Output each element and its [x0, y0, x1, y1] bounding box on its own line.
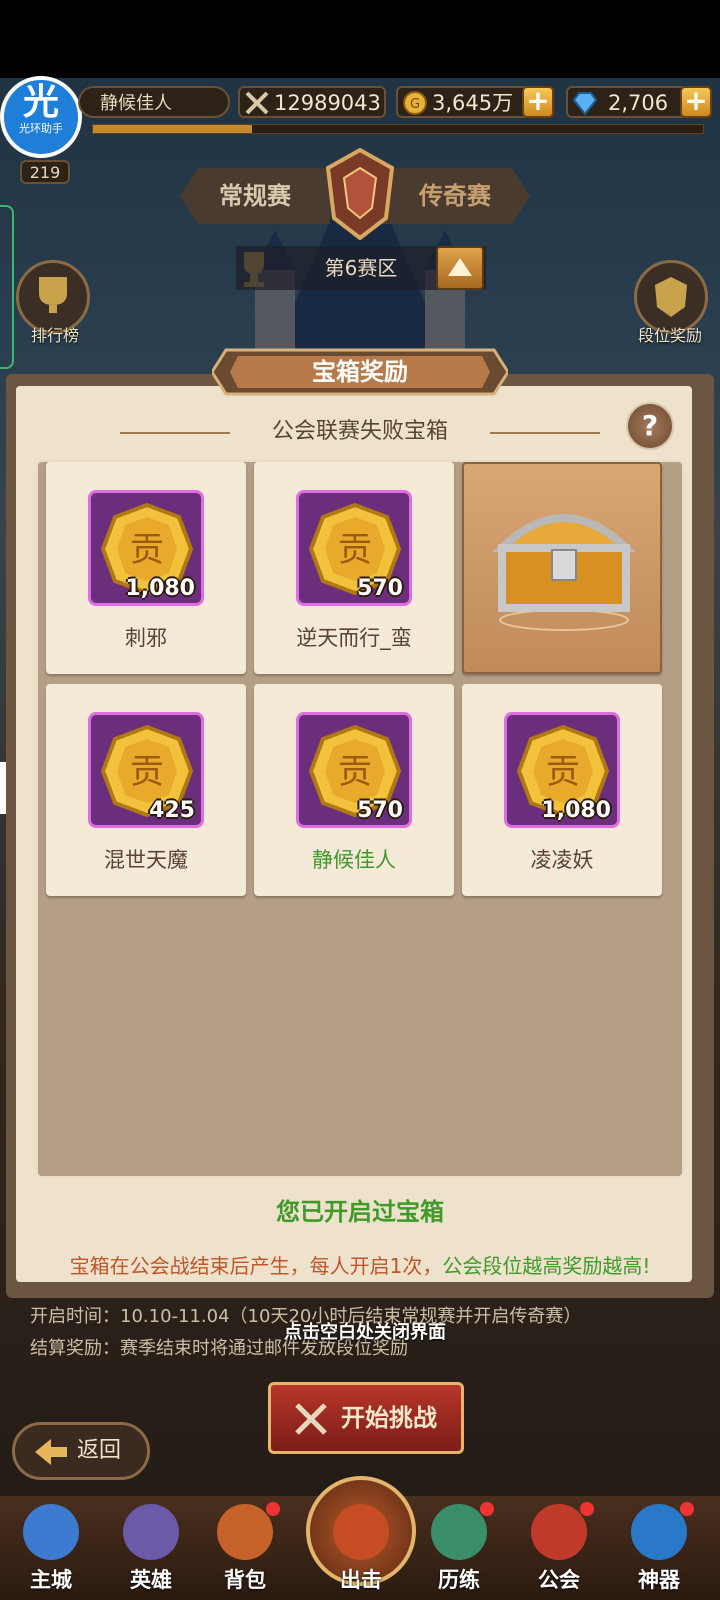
reward-cell: 贡 425 混世天魔	[46, 684, 246, 896]
diamond-icon	[572, 92, 598, 116]
tab-regular[interactable]: 常规赛	[180, 168, 330, 224]
nav-label: 历练	[438, 1568, 480, 1592]
trophy-icon	[39, 277, 67, 313]
recipient-name: 凌凌妖	[530, 848, 594, 872]
reward-cell-unopened-chest[interactable]	[462, 462, 662, 674]
dialog-subtitle: 公会联赛失败宝箱	[271, 419, 448, 444]
reward-cell: 贡 1,080 刺邪	[46, 462, 246, 674]
nav-label: 主城	[30, 1568, 72, 1592]
crossed-swords-icon	[295, 1403, 327, 1435]
notification-dot	[480, 1502, 494, 1516]
start-challenge-label: 开始挑战	[341, 1404, 437, 1432]
nav-item-1[interactable]: 英雄	[106, 1500, 196, 1600]
dialog-title: 宝箱奖励	[312, 358, 408, 386]
shield-wings-icon	[655, 277, 687, 317]
svg-text:G: G	[410, 97, 420, 112]
recipient-name: 混世天魔	[104, 848, 188, 872]
reward-amount: 425	[149, 798, 195, 823]
recipient-name: 静候佳人	[312, 848, 396, 872]
nav-item-3[interactable]: 出击	[316, 1500, 406, 1600]
contribution-badge: 贡 570	[296, 490, 412, 606]
treasure-chest-icon	[492, 514, 636, 631]
add-diamond-button[interactable]: +	[680, 86, 712, 118]
back-button[interactable]: 返回	[12, 1422, 150, 1480]
reward-cell: 贡 570 静候佳人	[254, 684, 454, 896]
power-stat: 12989043	[238, 86, 386, 118]
crossed-swords-icon	[245, 91, 269, 115]
nav-item-6[interactable]: 神器	[614, 1500, 704, 1600]
nav-item-0[interactable]: 主城	[6, 1500, 96, 1600]
svg-text:贡: 贡	[130, 530, 164, 570]
avatar-caption: 光环助手	[19, 122, 63, 135]
gold-stat: G 3,645万 +	[396, 86, 554, 118]
svg-text:贡: 贡	[130, 752, 164, 792]
mask-icon	[431, 1504, 487, 1560]
opened-status-text: 您已开启过宝箱	[276, 1198, 444, 1226]
chest-rule-text: 宝箱在公会战结束后产生，每人开启1次，	[69, 1254, 443, 1278]
tab-legend[interactable]: 传奇赛	[380, 168, 530, 224]
notification-dot	[680, 1502, 694, 1516]
reward-cell: 贡 570 逆天而行_蛮	[254, 462, 454, 674]
player-level: 219	[20, 160, 70, 184]
arrow-left-icon	[35, 1439, 67, 1465]
close-hint: 点击空白处关闭界面	[284, 1322, 446, 1343]
help-button[interactable]: ?	[626, 402, 674, 450]
chest-rule-highlight: 公会段位越高奖励越高!	[442, 1254, 651, 1278]
guild-icon	[531, 1504, 587, 1560]
crossed-swords-icon	[333, 1504, 389, 1560]
nav-label: 背包	[224, 1568, 266, 1592]
contribution-badge: 贡 1,080	[504, 712, 620, 828]
recipient-name: 逆天而行_蛮	[296, 626, 412, 650]
nav-item-4[interactable]: 历练	[414, 1500, 504, 1600]
nav-label: 神器	[638, 1568, 680, 1592]
triangle-up-icon	[448, 258, 472, 276]
gold-coin-icon: G	[403, 91, 427, 115]
reward-amount: 570	[357, 798, 403, 823]
experience-fill	[93, 125, 252, 133]
svg-text:贡: 贡	[546, 752, 580, 792]
player-name: 静候佳人	[78, 86, 230, 118]
notification-dot	[580, 1502, 594, 1516]
reward-cell: 贡 1,080 凌凌妖	[462, 684, 662, 896]
svg-text:贡: 贡	[338, 752, 372, 792]
league-emblem-icon	[325, 148, 395, 240]
reward-amount: 570	[357, 576, 403, 601]
nav-label: 出击	[340, 1568, 382, 1592]
chest-rule-note: 宝箱在公会战结束后产生，每人开启1次，公会段位越高奖励越高!	[16, 1250, 704, 1279]
svg-text:贡: 贡	[338, 530, 372, 570]
zone-switch-button[interactable]	[436, 246, 484, 290]
orb-icon	[631, 1504, 687, 1560]
player-avatar[interactable]: 光 光环助手	[0, 76, 82, 158]
start-challenge-button[interactable]: 开始挑战	[268, 1382, 464, 1454]
nav-label: 公会	[538, 1568, 580, 1592]
power-value: 12989043	[274, 91, 381, 115]
back-label: 返回	[77, 1438, 122, 1463]
nav-label: 英雄	[130, 1568, 172, 1592]
castle-icon	[23, 1504, 79, 1560]
recipient-name: 刺邪	[125, 626, 167, 650]
notification-dot	[266, 1502, 280, 1516]
experience-bar	[92, 124, 704, 134]
rank-rewards-label: 段位奖励	[637, 326, 702, 345]
contribution-badge: 贡 570	[296, 712, 412, 828]
contribution-badge: 贡 425	[88, 712, 204, 828]
gold-value: 3,645万	[432, 91, 514, 115]
diamond-stat: 2,706 +	[566, 86, 712, 118]
reward-amount: 1,080	[125, 576, 195, 601]
reward-amount: 1,080	[541, 798, 611, 823]
nav-item-2[interactable]: 背包	[200, 1500, 290, 1600]
knight-icon	[123, 1504, 179, 1560]
add-gold-button[interactable]: +	[522, 86, 554, 118]
diamond-value: 2,706	[608, 91, 669, 115]
contribution-badge: 贡 1,080	[88, 490, 204, 606]
backpack-icon	[217, 1504, 273, 1560]
nav-item-5[interactable]: 公会	[514, 1500, 604, 1600]
ranking-label: 排行榜	[30, 326, 79, 345]
status-bar-area	[0, 0, 720, 78]
